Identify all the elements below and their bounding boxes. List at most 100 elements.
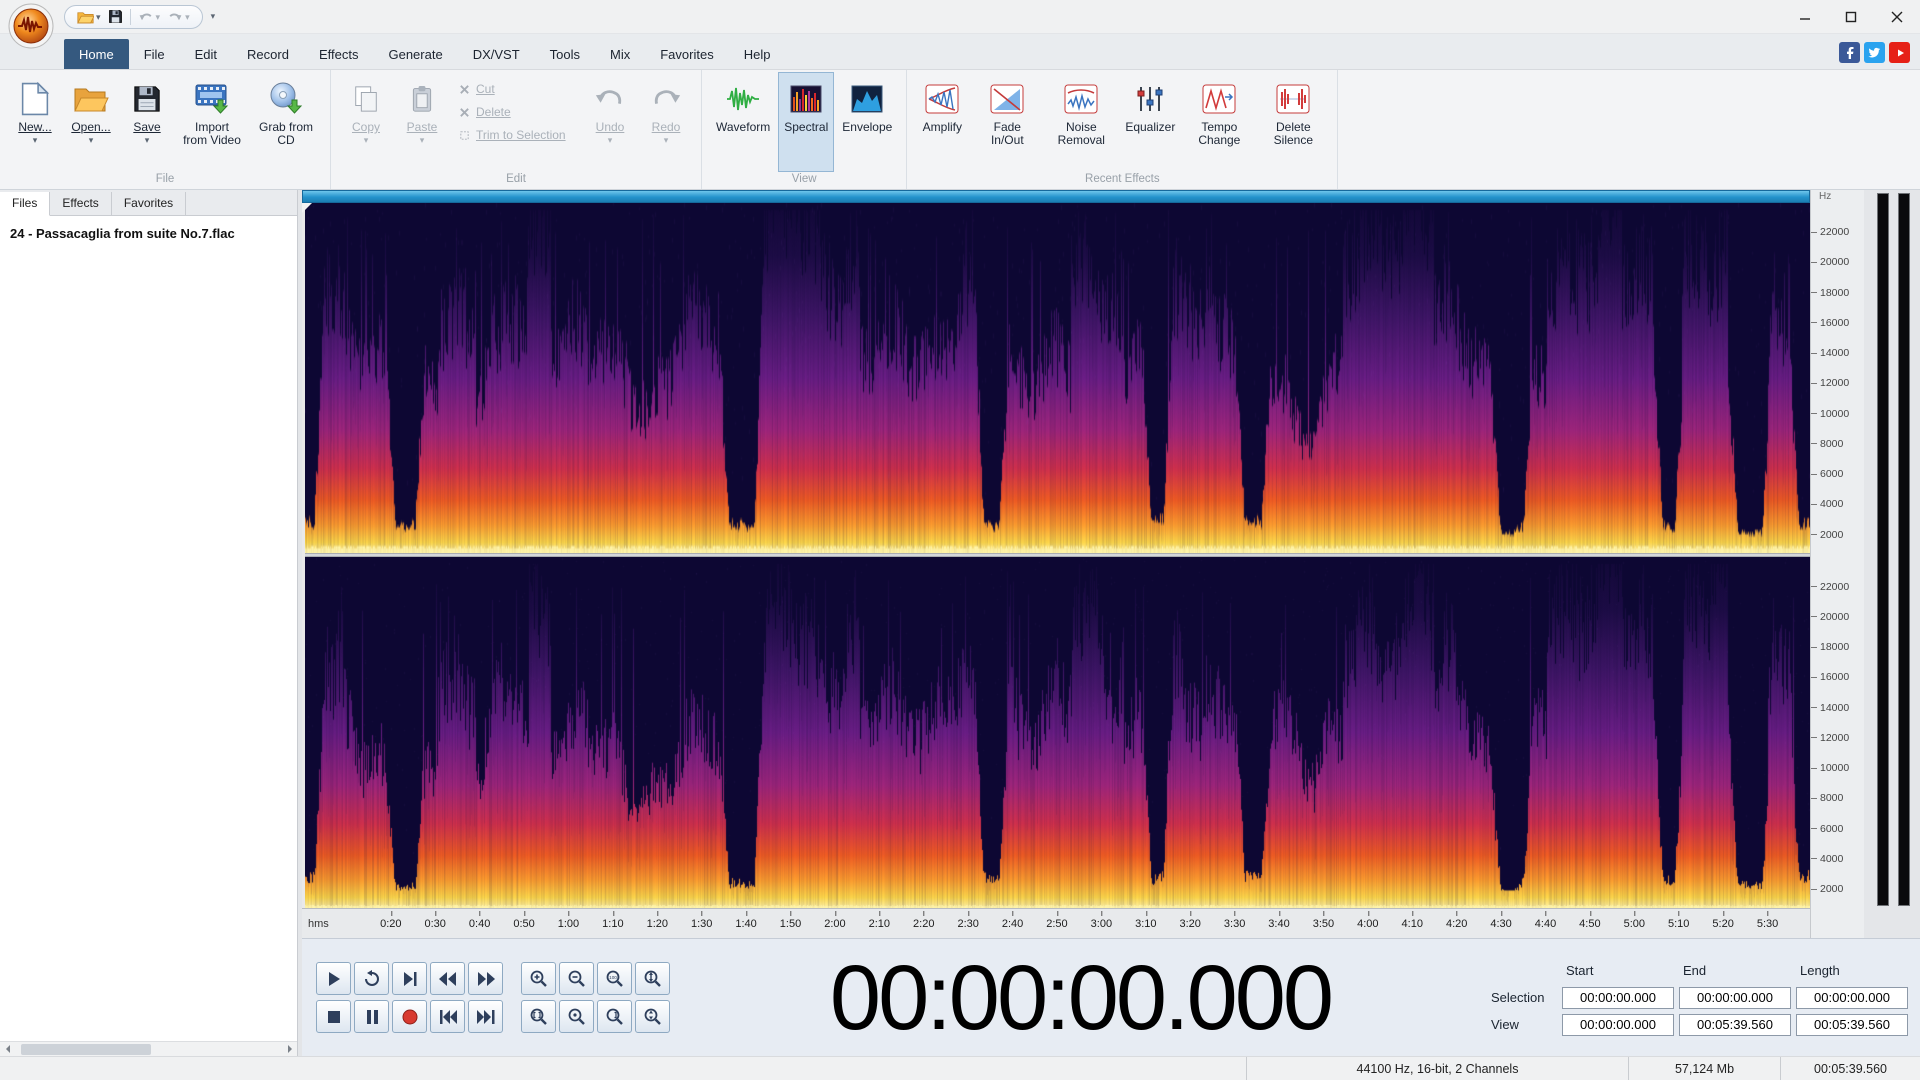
envelope-icon (851, 79, 883, 119)
selection-panel: Start End Length Selection 00:00:00.000 … (1491, 959, 1908, 1037)
ruler-label: 5:20 (1712, 911, 1734, 930)
envelope-view-button[interactable]: Envelope (836, 72, 898, 172)
go-to-start-button[interactable] (430, 1000, 465, 1033)
frequency-label: 12000 (1811, 732, 1864, 744)
amplify-button[interactable]: Amplify (915, 72, 969, 172)
undo-quick-button[interactable]: ▾ (138, 11, 160, 23)
app-logo-icon[interactable] (8, 3, 54, 49)
frequency-label: 10000 (1811, 408, 1864, 420)
noise-removal-button[interactable]: Noise Removal (1045, 72, 1117, 172)
ribbon-tab[interactable]: Help (729, 39, 786, 69)
editor-pane: hms 0:20 0:30 0:40 0:50 1:00 1:10 1:20 1:30 1:40… (302, 190, 1920, 1056)
import-from-video-button[interactable]: Import from Video (176, 72, 248, 172)
stop-button[interactable] (316, 1000, 351, 1033)
view-length-field[interactable]: 00:05:39.560 (1796, 1013, 1908, 1036)
tempo-change-button[interactable]: Tempo Change (1183, 72, 1255, 172)
ribbon-tab[interactable]: Home (64, 39, 129, 69)
ribbon-tab[interactable]: Mix (595, 39, 645, 69)
open-label: Open... (71, 120, 111, 134)
ribbon-tab[interactable]: Tools (535, 39, 595, 69)
spectral-view-button[interactable]: Spectral (778, 72, 835, 172)
zoom-level-button[interactable] (597, 1000, 632, 1033)
save-quick-button[interactable] (108, 9, 123, 24)
scroll-right-button[interactable] (282, 1041, 297, 1057)
play-button[interactable] (316, 962, 351, 995)
facebook-button[interactable] (1839, 42, 1860, 63)
ribbon-tab[interactable]: Edit (180, 39, 232, 69)
ribbon-tab[interactable]: Favorites (645, 39, 728, 69)
floppy-icon (108, 10, 122, 23)
zoom-out-button[interactable] (559, 962, 594, 995)
file-item[interactable]: 24 - Passacaglia from suite No.7.flac (0, 220, 297, 247)
status-format: 44100 Hz, 16-bit, 2 Channels (1246, 1057, 1628, 1080)
ribbon-tab[interactable]: Generate (373, 39, 457, 69)
youtube-button[interactable] (1889, 42, 1910, 63)
redo-button[interactable]: Redo ▾ (639, 72, 693, 172)
twitter-button[interactable] (1864, 42, 1885, 63)
frequency-label: 20000 (1811, 611, 1864, 623)
new-button[interactable]: New... ▾ (8, 72, 62, 172)
rewind-button[interactable] (430, 962, 465, 995)
scrollbar-thumb[interactable] (21, 1044, 151, 1055)
delete-silence-button[interactable]: Delete Silence (1257, 72, 1329, 172)
scroll-left-button[interactable] (0, 1041, 15, 1057)
cut-button[interactable]: Cut (459, 82, 573, 96)
open-quick-button[interactable]: ▾ (77, 10, 101, 24)
copy-button[interactable]: Copy ▾ (339, 72, 393, 172)
view-end-field[interactable]: 00:05:39.560 (1679, 1013, 1791, 1036)
fast-forward-button[interactable] (468, 962, 503, 995)
spectrogram-column: hms 0:20 0:30 0:40 0:50 1:00 1:10 1:20 1:30 1:40… (302, 190, 1810, 938)
undo-button[interactable]: Undo ▾ (583, 72, 637, 172)
go-to-end-button[interactable] (468, 1000, 503, 1033)
loop-icon (364, 969, 379, 986)
overview-scroll-bar[interactable] (302, 190, 1810, 203)
loop-button[interactable] (354, 962, 389, 995)
zoom-selection-button[interactable] (521, 1000, 556, 1033)
open-button[interactable]: Open... ▾ (64, 72, 118, 172)
pause-button[interactable] (354, 1000, 389, 1033)
zoom-full-button[interactable] (559, 1000, 594, 1033)
trim-to-selection-button[interactable]: Trim to Selection (459, 128, 573, 142)
sidebar-tab[interactable]: Effects (50, 192, 112, 215)
view-start-field[interactable]: 00:00:00.000 (1562, 1013, 1674, 1036)
ruler-label: 0:40 (468, 911, 491, 930)
sidebar-tab[interactable]: Favorites (111, 192, 187, 215)
customize-toolbar-button[interactable]: ▾ (211, 11, 216, 22)
ribbon-tab[interactable]: DX/VST (458, 39, 535, 69)
time-ruler[interactable]: hms 0:20 0:30 0:40 0:50 1:00 1:10 1:20 1:30 1:40… (302, 908, 1810, 938)
record-button[interactable] (392, 1000, 427, 1033)
fade-in-out-button[interactable]: Fade In/Out (971, 72, 1043, 172)
maximize-button[interactable] (1828, 0, 1874, 33)
spectrogram-canvas-left[interactable] (302, 203, 1810, 553)
noise-removal-label: Noise Removal (1057, 120, 1105, 147)
selection-start-field[interactable]: 00:00:00.000 (1562, 986, 1674, 1009)
minimize-button[interactable] (1782, 0, 1828, 33)
equalizer-button[interactable]: Equalizer (1119, 72, 1181, 172)
redo-quick-button[interactable]: ▾ (167, 11, 190, 23)
sidebar-tab[interactable]: Files (0, 192, 51, 216)
zoom-vertical-fit-button[interactable] (635, 1000, 670, 1033)
zoom-vertical-button[interactable] (635, 962, 670, 995)
waveform-view-button[interactable]: Waveform (710, 72, 776, 172)
ribbon-tab[interactable]: Effects (304, 39, 374, 69)
folder-icon (77, 11, 94, 23)
zoom-in-button[interactable] (521, 962, 556, 995)
delete-button[interactable]: Delete (459, 105, 573, 119)
fast-forward-icon (477, 971, 495, 986)
ruler-label: 4:30 (1490, 911, 1512, 930)
close-button[interactable] (1874, 0, 1920, 33)
selection-end-field[interactable]: 00:00:00.000 (1679, 986, 1791, 1009)
zoom-100-button[interactable]: 100 (597, 962, 632, 995)
spectrogram-canvas-right[interactable] (302, 557, 1810, 908)
paste-button[interactable]: Paste ▾ (395, 72, 449, 172)
scrollbar-track[interactable] (15, 1042, 282, 1056)
selection-length-field[interactable]: 00:00:00.000 (1796, 986, 1908, 1009)
ribbon-tab[interactable]: File (129, 39, 180, 69)
dropdown-caret-icon: ▾ (210, 11, 216, 21)
redo-label: Redo (651, 120, 681, 134)
save-button[interactable]: Save ▾ (120, 72, 174, 172)
grab-from-cd-button[interactable]: Grab from CD (250, 72, 322, 172)
play-to-end-button[interactable] (392, 962, 427, 995)
selection-row-label: Selection (1491, 990, 1545, 1005)
ribbon-tab[interactable]: Record (232, 39, 304, 69)
